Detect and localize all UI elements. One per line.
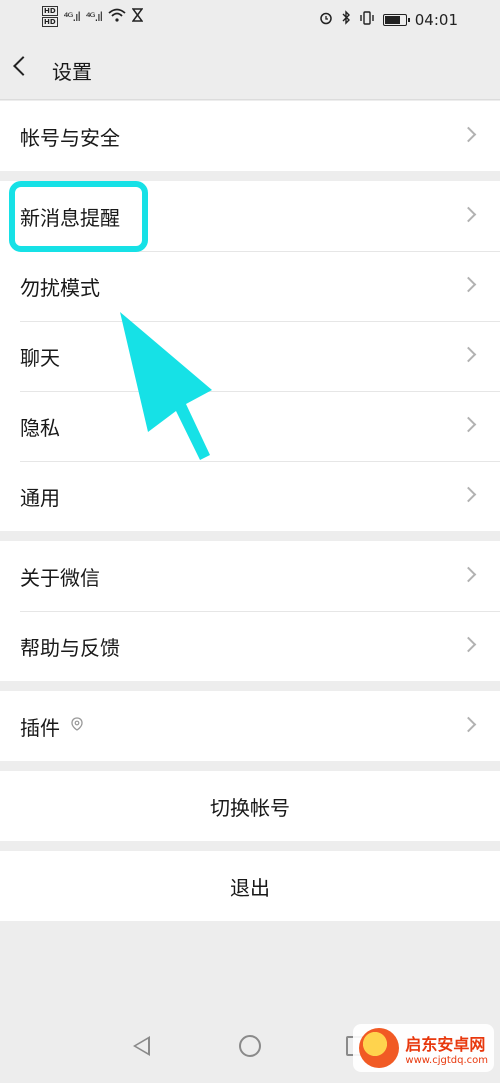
chevron-right-icon bbox=[460, 486, 477, 503]
watermark-name: 启东安卓网 bbox=[405, 1034, 486, 1054]
settings-item-general[interactable]: 通用 bbox=[0, 461, 500, 531]
vibrate-icon bbox=[359, 10, 375, 29]
settings-group-plugins: 插件 bbox=[0, 691, 500, 761]
hd-icons: HD HD bbox=[42, 6, 58, 27]
chevron-right-icon bbox=[460, 566, 477, 583]
bluetooth-icon bbox=[341, 10, 351, 29]
signal-icon: ⁴ᴳ.ıl bbox=[63, 9, 81, 24]
chevron-right-icon bbox=[460, 716, 477, 733]
chevron-right-icon bbox=[460, 636, 477, 653]
settings-item-privacy[interactable]: 隐私 bbox=[0, 391, 500, 461]
settings-item-label: 帐号与安全 bbox=[20, 125, 120, 150]
plugin-status-icon bbox=[70, 716, 84, 736]
hd-icon: HD bbox=[42, 6, 58, 16]
page-title: 设置 bbox=[52, 60, 92, 84]
triangle-back-icon[interactable] bbox=[133, 1036, 150, 1056]
settings-item-about[interactable]: 关于微信 bbox=[0, 541, 500, 611]
watermark: 启东安卓网 www.cjgtdq.com bbox=[353, 1024, 494, 1072]
chevron-right-icon bbox=[460, 416, 477, 433]
status-right: 04:01 bbox=[319, 10, 458, 29]
settings-item-label: 勿扰模式 bbox=[20, 275, 100, 300]
settings-item-label: 聊天 bbox=[20, 345, 60, 370]
settings-group-main: 新消息提醒 勿扰模式 聊天 隐私 通用 bbox=[0, 181, 500, 531]
settings-item-label: 通用 bbox=[20, 485, 60, 510]
chevron-right-icon bbox=[460, 126, 477, 143]
watermark-text: 启东安卓网 www.cjgtdq.com bbox=[405, 1031, 488, 1066]
switch-account-button[interactable]: 切换帐号 bbox=[0, 771, 500, 841]
hourglass-icon bbox=[131, 7, 144, 26]
settings-item-label: 插件 bbox=[20, 715, 60, 740]
status-left: HD HD ⁴ᴳ.ıl ⁴ᴳ.ıl bbox=[42, 6, 144, 27]
settings-item-label: 关于微信 bbox=[20, 565, 100, 590]
settings-item-do-not-disturb[interactable]: 勿扰模式 bbox=[0, 251, 500, 321]
settings-item-label: 隐私 bbox=[20, 415, 60, 440]
logout-button[interactable]: 退出 bbox=[0, 851, 500, 921]
settings-item-chat[interactable]: 聊天 bbox=[0, 321, 500, 391]
watermark-url: www.cjgtdq.com bbox=[405, 1054, 488, 1066]
alarm-icon bbox=[319, 11, 333, 29]
status-time: 04:01 bbox=[414, 10, 458, 29]
hd-icon: HD bbox=[42, 17, 58, 27]
settings-item-plugins[interactable]: 插件 bbox=[0, 691, 500, 761]
chevron-right-icon bbox=[460, 346, 477, 363]
settings-group-account: 帐号与安全 bbox=[0, 101, 500, 171]
watermark-logo bbox=[359, 1028, 400, 1068]
nav-bar: 设置 bbox=[0, 40, 500, 100]
settings-group-about: 关于微信 帮助与反馈 bbox=[0, 541, 500, 681]
settings-item-help-feedback[interactable]: 帮助与反馈 bbox=[0, 611, 500, 681]
battery-icon bbox=[382, 13, 410, 26]
settings-item-label: 新消息提醒 bbox=[20, 205, 120, 230]
settings-item-account-security[interactable]: 帐号与安全 bbox=[0, 101, 500, 171]
status-bar: HD HD ⁴ᴳ.ıl ⁴ᴳ.ıl 04:01 bbox=[0, 0, 500, 40]
chevron-right-icon bbox=[460, 276, 477, 293]
circle-home-icon[interactable] bbox=[239, 1035, 261, 1057]
settings-item-new-message-notify[interactable]: 新消息提醒 bbox=[0, 181, 500, 251]
signal-icon: ⁴ᴳ.ıl bbox=[85, 9, 103, 24]
back-icon[interactable] bbox=[13, 56, 33, 76]
wifi-icon bbox=[108, 8, 126, 26]
logout-panel: 退出 bbox=[0, 851, 500, 921]
chevron-right-icon bbox=[460, 206, 477, 223]
switch-account-panel: 切换帐号 bbox=[0, 771, 500, 841]
settings-item-label: 帮助与反馈 bbox=[20, 635, 120, 660]
